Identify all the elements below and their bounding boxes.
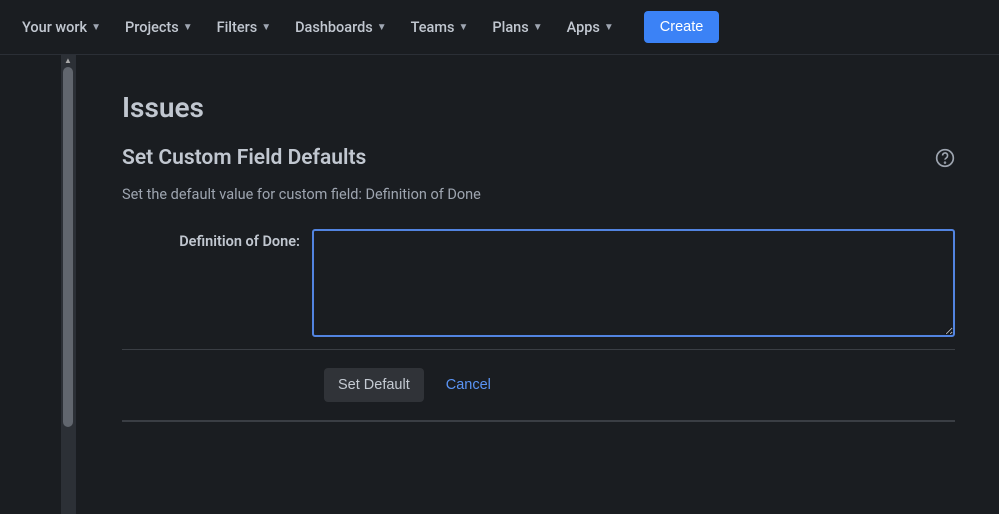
nav-label: Filters [217,19,258,36]
nav-apps[interactable]: Apps ▼ [559,13,622,42]
nav-dashboards[interactable]: Dashboards ▼ [287,13,395,42]
nav-filters[interactable]: Filters ▼ [209,13,279,42]
nav-label: Dashboards [295,19,373,36]
scrollbar-up-icon[interactable]: ▲ [61,57,75,67]
nav-label: Projects [125,19,179,36]
chevron-down-icon: ▼ [458,22,468,33]
section-title: Set Custom Field Defaults [122,146,366,170]
nav-teams[interactable]: Teams ▼ [403,13,477,42]
divider [122,349,955,350]
help-icon[interactable] [935,148,955,168]
page-title: Issues [122,91,955,124]
nav-label: Your work [22,19,87,36]
nav-label: Teams [411,19,455,36]
section-description: Set the default value for custom field: … [122,186,955,203]
chevron-down-icon: ▼ [377,22,387,33]
nav-label: Plans [492,19,528,36]
scrollbar[interactable]: ▲ [61,55,75,514]
sidebar-gutter: ▲ [0,55,76,514]
section-header: Set Custom Field Defaults [122,146,955,170]
chevron-down-icon: ▼ [604,22,614,33]
top-nav: Your work ▼ Projects ▼ Filters ▼ Dashboa… [0,0,999,54]
form-row: Definition of Done: [122,229,955,337]
layout: ▲ Issues Set Custom Field Defaults Set t… [0,55,999,514]
chevron-down-icon: ▼ [91,22,101,33]
main-content: Issues Set Custom Field Defaults Set the… [76,55,999,514]
chevron-down-icon: ▼ [183,22,193,33]
set-default-button[interactable]: Set Default [324,368,424,402]
chevron-down-icon: ▼ [533,22,543,33]
divider [122,420,955,422]
nav-projects[interactable]: Projects ▼ [117,13,201,42]
nav-plans[interactable]: Plans ▼ [484,13,550,42]
chevron-down-icon: ▼ [261,22,271,33]
scrollbar-thumb[interactable] [63,67,73,427]
nav-your-work[interactable]: Your work ▼ [14,13,109,42]
definition-of-done-input[interactable] [312,229,955,337]
cancel-button[interactable]: Cancel [446,377,491,393]
create-button[interactable]: Create [644,11,720,43]
nav-label: Apps [567,19,600,36]
definition-of-done-label: Definition of Done: [122,229,312,250]
actions-row: Set Default Cancel [122,368,955,402]
